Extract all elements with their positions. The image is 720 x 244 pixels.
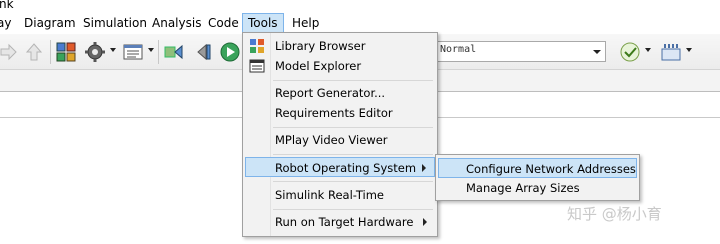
settings-gear-icon[interactable] [84, 41, 106, 63]
step-back-icon[interactable] [163, 41, 185, 63]
menu-item-manage-array-sizes[interactable]: Manage Array Sizes [438, 178, 637, 198]
library-browser-icon[interactable] [55, 41, 77, 63]
library-browser-icon [249, 38, 265, 54]
chevron-down-icon[interactable] [110, 48, 116, 52]
chevron-right-icon [423, 218, 427, 226]
menu-item-model-explorer[interactable]: Model Explorer [245, 56, 435, 76]
chevron-down-icon[interactable] [148, 48, 154, 52]
menu-help[interactable]: Help [292, 14, 319, 32]
menu-item-requirements-editor[interactable]: Requirements Editor [245, 103, 435, 123]
menu-separator [273, 127, 433, 128]
menu-display[interactable]: ay [0, 14, 11, 32]
menu-item-simulink-real-time[interactable]: Simulink Real-Time [245, 185, 435, 205]
menu-bar: ay Diagram Simulation Analysis Code Tool… [0, 12, 720, 34]
menu-tools[interactable]: Tools [242, 13, 284, 33]
forward-arrow-icon[interactable] [0, 41, 19, 63]
menu-item-configure-network-addresses[interactable]: Configure Network Addresses [438, 158, 637, 178]
simulation-mode-select[interactable]: Normal [431, 41, 606, 62]
window-title: nk [0, 0, 14, 11]
menu-separator [273, 209, 433, 210]
watermark: 知乎 @杨小育 [567, 205, 662, 223]
menu-item-robot-operating-system[interactable]: Robot Operating System [245, 157, 435, 177]
menu-separator [273, 80, 433, 81]
menu-item-library-browser[interactable]: Library Browser [245, 36, 435, 56]
tools-menu: Library Browser Model Explorer Report Ge… [242, 32, 438, 237]
menu-simulation[interactable]: Simulation [83, 14, 147, 32]
up-arrow-icon[interactable] [23, 41, 45, 63]
menu-item-report-generator[interactable]: Report Generator... [245, 83, 435, 103]
simulation-mode-value: Normal [440, 44, 477, 55]
chevron-down-icon[interactable] [686, 48, 692, 52]
model-data-icon[interactable] [122, 41, 144, 63]
model-advisor-check-icon[interactable] [619, 41, 641, 63]
build-grid-icon[interactable] [660, 41, 682, 63]
chevron-right-icon [422, 164, 426, 172]
menu-diagram[interactable]: Diagram [24, 14, 76, 32]
chevron-down-icon[interactable] [589, 42, 605, 61]
step-back-icon[interactable] [192, 41, 214, 63]
run-play-icon[interactable] [219, 41, 241, 63]
menu-separator [273, 181, 433, 182]
chevron-down-icon[interactable] [645, 48, 651, 52]
menu-item-mplay-video-viewer[interactable]: MPlay Video Viewer [245, 130, 435, 150]
menu-analysis[interactable]: Analysis [152, 14, 201, 32]
ros-submenu: Configure Network Addresses Manage Array… [435, 154, 640, 201]
menu-code[interactable]: Code [208, 14, 239, 32]
title-bar: nk [0, 0, 720, 12]
menu-separator [273, 154, 433, 155]
menu-item-run-on-target-hardware[interactable]: Run on Target Hardware [245, 212, 435, 232]
model-explorer-icon [249, 58, 265, 74]
